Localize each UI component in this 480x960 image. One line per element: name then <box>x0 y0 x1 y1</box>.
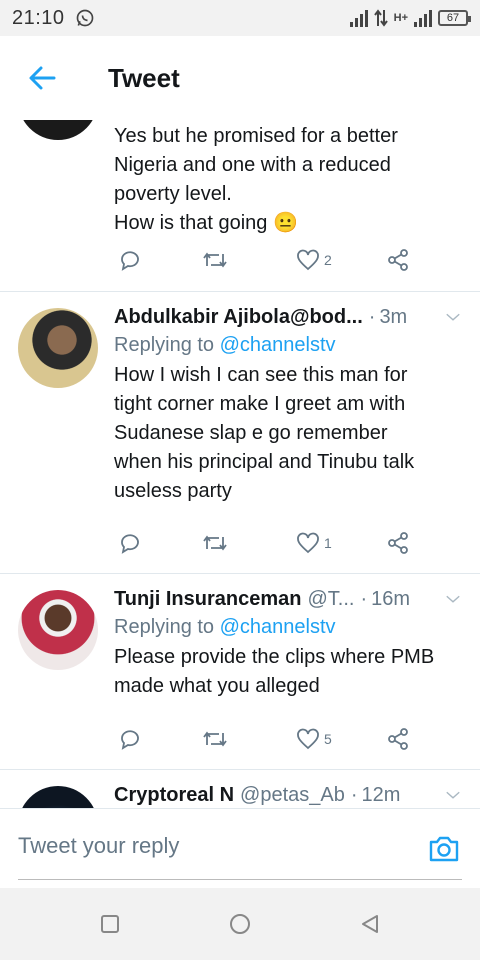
home-button[interactable] <box>220 904 260 944</box>
share-button[interactable] <box>386 248 410 272</box>
triangle-back-icon <box>362 915 378 933</box>
share-icon <box>388 249 408 271</box>
tweet-actions: 5 <box>114 724 414 754</box>
tweet-item[interactable]: Yes but he promised for a better Nigeria… <box>0 120 480 292</box>
signal-icon <box>349 9 368 27</box>
reply-icon <box>121 534 139 554</box>
avatar[interactable] <box>18 786 98 808</box>
whatsapp-icon <box>76 9 93 27</box>
retweet-button[interactable] <box>202 727 228 751</box>
circle-icon <box>230 914 250 934</box>
share-icon <box>388 728 408 750</box>
reply-button[interactable] <box>118 248 142 272</box>
reply-bar: Tweet your reply <box>0 808 480 888</box>
battery-icon: 67 <box>438 10 471 26</box>
like-button[interactable]: 2 <box>296 248 332 272</box>
signal-icon-2 <box>414 9 432 27</box>
reply-button[interactable] <box>118 531 142 555</box>
recents-button[interactable] <box>90 904 130 944</box>
status-time: 21:10 <box>12 6 65 29</box>
share-button[interactable] <box>386 727 410 751</box>
camera-icon[interactable] <box>428 833 460 863</box>
tweet-text: Yes but he promised for a better Nigeria… <box>114 125 398 234</box>
avatar[interactable] <box>18 120 98 140</box>
replying-to: Replying to @channelstv <box>114 616 336 638</box>
avatar[interactable] <box>18 308 98 388</box>
mention-link[interactable]: @channelstv <box>220 616 336 638</box>
tweet-time: 12m <box>361 783 401 806</box>
reply-icon <box>121 251 139 271</box>
author-name[interactable]: Tunji Insuranceman <box>114 588 301 611</box>
data-arrows-icon <box>373 9 388 27</box>
tweet-time: 16m <box>371 587 411 610</box>
like-count: 5 <box>324 731 332 747</box>
top-app-bar: Tweet <box>0 36 480 120</box>
system-nav-bar <box>0 888 480 960</box>
back-nav-button[interactable] <box>350 904 390 944</box>
tweet-item[interactable]: Cryptoreal N @petas_Ab · 12m <box>0 770 480 808</box>
retweet-icon <box>203 535 227 551</box>
retweet-button[interactable] <box>202 248 228 272</box>
tweet-text: Please provide the clips where PMB made … <box>114 646 435 697</box>
tweet-actions: 1 <box>114 528 414 558</box>
tweet-text: How I wish I can see this man for tight … <box>114 364 415 502</box>
reply-input[interactable]: Tweet your reply <box>18 833 179 859</box>
reply-feed[interactable]: Yes but he promised for a better Nigeria… <box>0 120 480 808</box>
tweet-item[interactable]: Abdulkabir Ajibola@bod... · 3m Replying … <box>0 292 480 574</box>
divider <box>18 879 462 880</box>
tweet-header: Tunji Insuranceman @T... · 16m <box>114 584 462 614</box>
tweet-header: Abdulkabir Ajibola@bod... · 3m <box>114 302 462 332</box>
tweet-header: Cryptoreal N @petas_Ab · 12m <box>114 780 462 808</box>
retweet-button[interactable] <box>202 531 228 555</box>
chevron-down-icon[interactable] <box>436 589 462 609</box>
status-bar: 21:10 H+ 67 <box>0 0 480 36</box>
chevron-down-icon[interactable] <box>436 307 462 327</box>
like-icon <box>297 532 319 554</box>
retweet-icon <box>203 252 227 268</box>
share-button[interactable] <box>386 531 410 555</box>
like-count: 1 <box>324 535 332 551</box>
replying-to: Replying to @channelstv <box>114 334 336 356</box>
reply-button[interactable] <box>118 727 142 751</box>
network-type: H+ <box>393 12 408 24</box>
back-arrow-icon <box>29 66 56 90</box>
share-icon <box>388 532 408 554</box>
tweet-time: 3m <box>379 305 408 328</box>
tweet-actions: 2 <box>114 245 414 275</box>
like-button[interactable]: 5 <box>296 727 332 751</box>
author-handle[interactable]: @T... <box>307 588 354 611</box>
like-icon <box>297 728 319 750</box>
like-icon <box>297 249 319 271</box>
reply-icon <box>121 730 139 750</box>
page-title: Tweet <box>108 62 180 93</box>
like-count: 2 <box>324 252 332 268</box>
like-button[interactable]: 1 <box>296 531 332 555</box>
author-name[interactable]: Abdulkabir Ajibola@bod... <box>114 306 363 329</box>
author-name[interactable]: Cryptoreal N <box>114 784 234 807</box>
avatar[interactable] <box>18 590 98 670</box>
chevron-down-icon[interactable] <box>436 785 462 805</box>
tweet-item[interactable]: Tunji Insuranceman @T... · 16m Replying … <box>0 574 480 770</box>
author-handle[interactable]: @petas_Ab <box>240 784 345 807</box>
back-button[interactable] <box>0 36 84 120</box>
retweet-icon <box>203 731 227 747</box>
mention-link[interactable]: @channelstv <box>220 334 336 356</box>
square-icon <box>101 915 119 933</box>
